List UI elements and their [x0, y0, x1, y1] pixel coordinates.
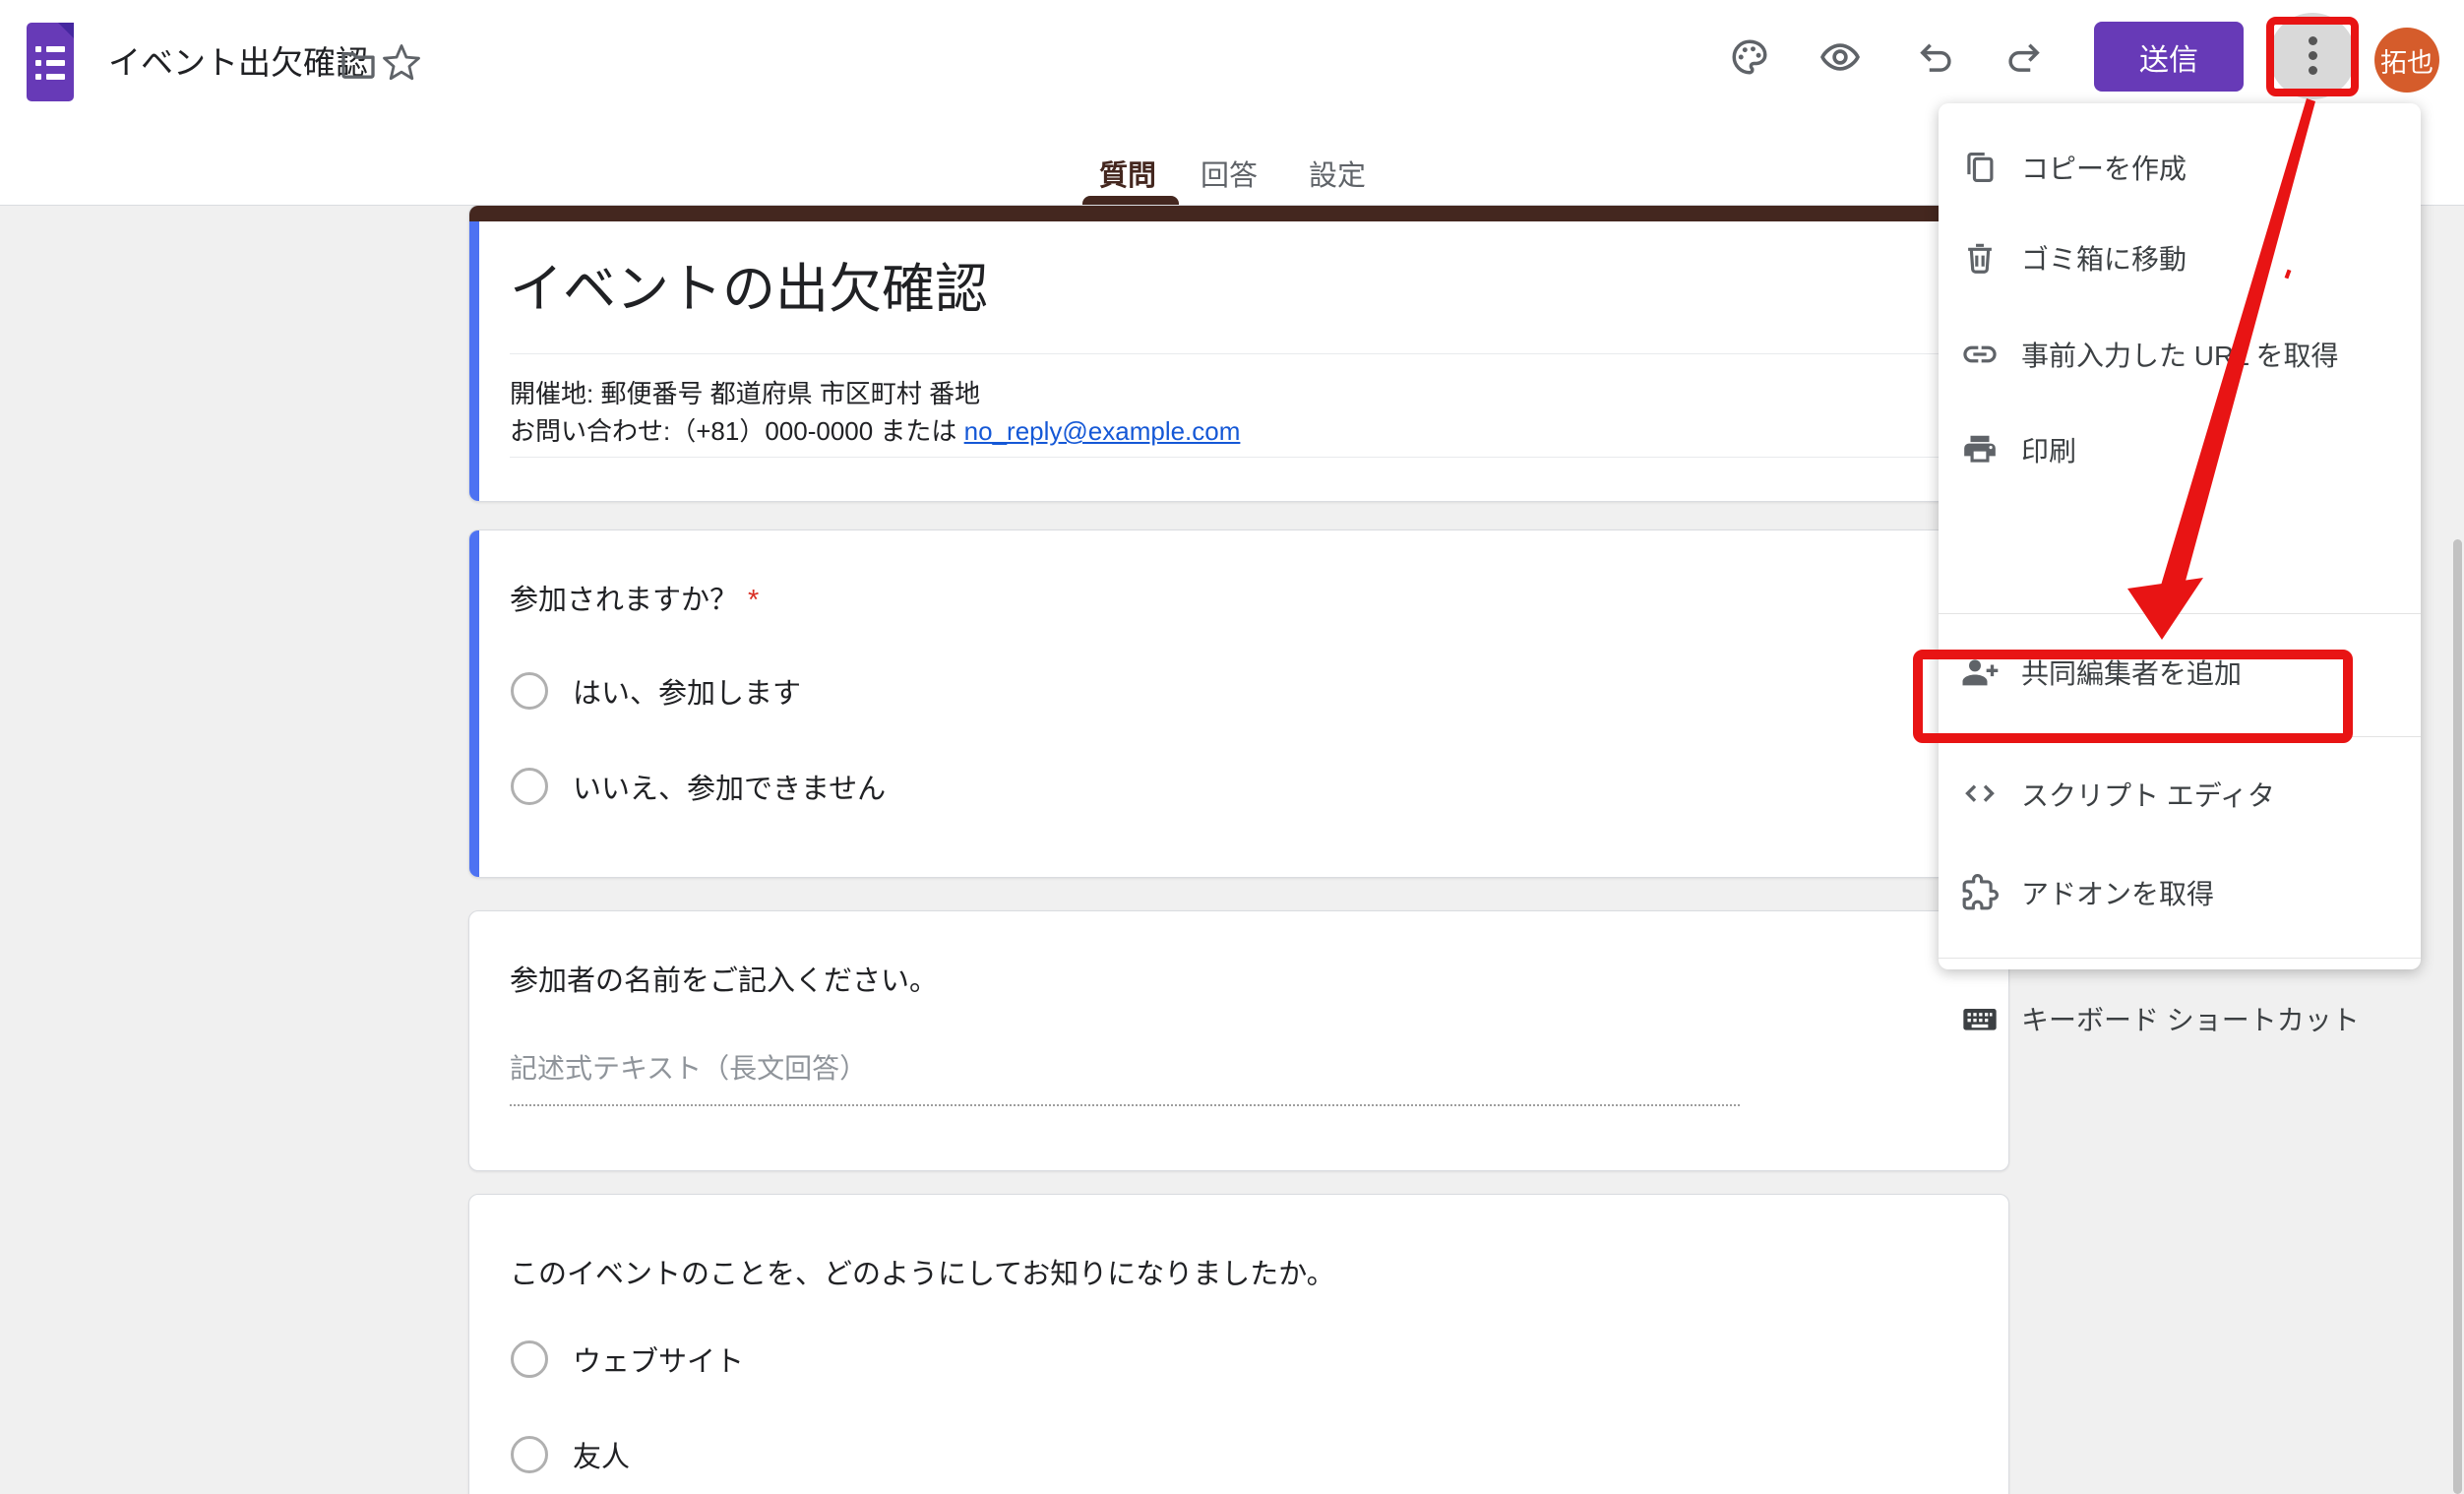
- code-icon: [1960, 775, 2000, 814]
- radio-option[interactable]: はい、参加します: [511, 671, 801, 711]
- radio-option[interactable]: ウェブサイト: [511, 1339, 744, 1379]
- copy-icon: [1960, 148, 2000, 187]
- menu-item-move-to-trash[interactable]: ゴミ箱に移動: [1939, 228, 2421, 287]
- send-button[interactable]: 送信: [2094, 22, 2244, 92]
- divider: [510, 353, 1968, 354]
- menu-divider: [1939, 613, 2421, 614]
- eye-icon: [1818, 35, 1862, 79]
- radio-icon[interactable]: [511, 1340, 548, 1378]
- contact-text: お問い合わせ:（+81）000-0000 または: [510, 416, 964, 446]
- question-title: このイベントのことを、どのようにしてお知りになりましたか。: [510, 1251, 1335, 1292]
- forms-logo-icon[interactable]: [27, 23, 74, 101]
- link-icon: [1960, 335, 2000, 374]
- form-header-card[interactable]: イベントの出欠確認 開催地: 郵便番号 都道府県 市区町村 番地 お問い合わせ:…: [468, 205, 2009, 502]
- required-asterisk: *: [738, 585, 759, 616]
- annotation-box-more-options: [2266, 17, 2359, 96]
- more-options-menu: コピーを作成 ゴミ箱に移動 事前入力した URL を取得 印刷 共同編集者を追: [1939, 103, 2421, 969]
- move-folder-button[interactable]: [337, 41, 380, 85]
- redo-icon: [2004, 36, 2046, 78]
- menu-item-make-copy[interactable]: コピーを作成: [1939, 138, 2421, 197]
- long-answer-input[interactable]: [510, 1104, 1740, 1106]
- print-icon: [1960, 430, 2000, 469]
- radio-icon[interactable]: [511, 672, 548, 710]
- long-answer-placeholder: 記述式テキスト（長文回答）: [510, 1047, 867, 1087]
- radio-option[interactable]: 友人: [511, 1435, 630, 1474]
- annotation-box-script-editor: [1913, 650, 2353, 743]
- document-title[interactable]: イベント出欠確認: [108, 43, 368, 83]
- menu-item-script-editor[interactable]: スクリプト エディタ: [1939, 765, 2421, 824]
- preview-button[interactable]: [1818, 35, 1862, 79]
- menu-item-keyboard-shortcuts[interactable]: キーボード ショートカット: [1939, 989, 2421, 1048]
- radio-icon[interactable]: [511, 1436, 548, 1473]
- star-button[interactable]: [380, 41, 423, 85]
- tab-questions[interactable]: 質問: [1099, 153, 1156, 194]
- keyboard-icon: [1960, 999, 2000, 1038]
- star-icon: [381, 42, 422, 84]
- menu-item-print[interactable]: 印刷: [1939, 420, 2421, 479]
- puzzle-icon: [1960, 873, 2000, 912]
- menu-item-get-addons[interactable]: アドオンを取得: [1939, 863, 2421, 922]
- scrollbar-thumb[interactable]: [2453, 539, 2462, 1494]
- palette-icon: [1729, 36, 1770, 78]
- active-tab-underline: [1082, 196, 1179, 205]
- question-card-attendance[interactable]: 参加されますか？* はい、参加します いいえ、参加できません: [468, 529, 2009, 878]
- redo-button[interactable]: [2003, 35, 2047, 79]
- tab-responses[interactable]: 回答: [1201, 153, 1258, 194]
- radio-icon[interactable]: [511, 768, 548, 805]
- email-link[interactable]: no_reply@example.com: [964, 416, 1241, 446]
- tab-settings[interactable]: 設定: [1309, 153, 1366, 194]
- customize-theme-button[interactable]: [1728, 35, 1771, 79]
- form-title[interactable]: イベントの出欠確認: [510, 257, 988, 322]
- undo-icon: [1914, 36, 1955, 78]
- google-forms-editor: イベント出欠確認: [0, 0, 2464, 1494]
- undo-button[interactable]: [1913, 35, 1956, 79]
- account-avatar[interactable]: 拓也: [2374, 28, 2439, 93]
- trash-icon: [1960, 238, 2000, 278]
- selected-indicator: [469, 221, 479, 501]
- menu-divider: [1939, 958, 2421, 959]
- divider: [510, 457, 1968, 458]
- question-title: 参加されますか？*: [510, 577, 759, 618]
- selected-indicator: [469, 530, 479, 877]
- form-description-line1[interactable]: 開催地: 郵便番号 都道府県 市区町村 番地: [510, 375, 980, 412]
- question-card-name[interactable]: 参加者の名前をご記入ください。 記述式テキスト（長文回答）: [468, 910, 2009, 1171]
- question-title: 参加者の名前をご記入ください。: [510, 958, 938, 999]
- question-card-referral[interactable]: このイベントのことを、どのようにしてお知りになりましたか。 ウェブサイト 友人: [468, 1194, 2009, 1494]
- theme-color-bar: [469, 206, 2008, 221]
- radio-option[interactable]: いいえ、参加できません: [511, 767, 886, 806]
- menu-item-prefilled-url[interactable]: 事前入力した URL を取得: [1939, 325, 2421, 384]
- folder-icon: [339, 43, 378, 83]
- form-description-line2[interactable]: お問い合わせ:（+81）000-0000 または no_reply@exampl…: [510, 412, 1240, 450]
